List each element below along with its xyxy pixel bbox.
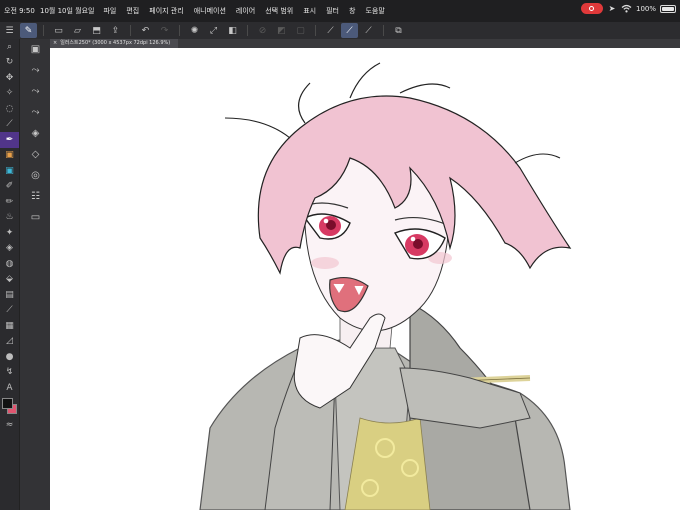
pencil-icon[interactable]: ✏ [0,194,19,210]
eraser-icon[interactable]: ◈ [0,241,19,257]
divider [247,25,248,36]
brush-stroke-icon[interactable]: ⤳ [20,102,51,123]
redo-icon[interactable]: ↷ [156,23,173,38]
chevron-icon: ➤ [608,3,616,13]
divider [43,25,44,36]
document-tab[interactable]: × 일러스트250* (3000 x 4537px 72dpi 126.9%) [50,39,178,48]
timeline-icon[interactable]: ▭ [20,207,51,228]
material-icon[interactable]: ◎ [20,165,51,186]
menu-icon[interactable]: ☰ [1,23,18,38]
selection-icon[interactable]: ✧ [0,86,19,102]
battery-icon [660,4,676,13]
date: 10월 10일 월요일 [40,7,95,15]
divider [130,25,131,36]
sub-tool-column: ▣ ⤳ ⤳ ⤳ ◈ ◇ ◎ ☷ ▭ [19,39,50,510]
menu-layer[interactable]: 레이어 [231,6,260,16]
paint-icon[interactable]: ▣ [0,163,19,179]
screen-tone-icon[interactable]: ⊘ [254,23,271,38]
ruler-icon[interactable]: ◿ [0,334,19,350]
eyedropper-icon[interactable]: ⟋ [0,117,19,133]
layer-icon[interactable]: ◈ [20,123,51,144]
menu-bar: 오전 9:50 10월 10일 월요일 파일 편집 페이지 관리 애니메이션 레… [0,0,680,22]
layer-copy-icon[interactable]: ⧉ [390,23,407,38]
sub-tool-icon[interactable]: ▣ [20,39,51,60]
divider [179,25,180,36]
blend-icon[interactable]: ◍ [0,256,19,272]
menu-file[interactable]: 파일 [98,6,121,16]
color-swatches [0,396,19,418]
open-file-icon[interactable]: ▱ [69,23,86,38]
battery-percent: 100% [635,4,656,13]
menu-help[interactable]: 도움말 [360,6,389,16]
frame-icon[interactable]: ▦ [0,318,19,334]
close-icon[interactable]: × [53,39,57,48]
pen-icon[interactable]: ✒ [0,132,19,148]
rotate-icon[interactable]: ↻ [0,55,19,71]
menu-selection[interactable]: 선택 범위 [260,6,298,16]
brush-icon[interactable]: ✐ [0,179,19,195]
menu-page[interactable]: 페이지 관리 [144,6,188,16]
lasso-icon[interactable]: ◌ [0,101,19,117]
gradient-icon[interactable]: ▤ [0,287,19,303]
erase-icon[interactable]: ⟋ [360,23,377,38]
wifi-icon [621,4,632,13]
loading-icon[interactable]: ✺ [186,23,203,38]
export-icon[interactable]: ⇪ [107,23,124,38]
palette-icon[interactable]: ☷ [20,186,51,207]
menu-filter[interactable]: 필터 [321,6,344,16]
fill-icon[interactable]: ◧ [224,23,241,38]
transparent-color-icon[interactable]: ≈ [0,418,19,434]
tool-palette: ⌕ ↻ ✥ ✧ ◌ ⟋ ✒ ▣ ▣ ✐ ✏ ♨ ✦ ◈ ◍ ⬙ ▤ ⟋ ▦ ◿ … [0,39,19,510]
undo-icon[interactable]: ↶ [137,23,154,38]
layer-property-icon[interactable]: ◇ [20,144,51,165]
divider [315,25,316,36]
pen-tool-icon[interactable]: ✎ [20,23,37,38]
fill-bucket-icon[interactable]: ⬙ [0,272,19,288]
zoom-icon[interactable]: ⌕ [0,39,19,55]
brush-stroke-icon[interactable]: ⤳ [20,60,51,81]
canvas[interactable] [50,48,680,510]
artwork-image [199,62,572,510]
app-window: 오전 9:50 10월 10일 월요일 파일 편집 페이지 관리 애니메이션 레… [0,0,680,510]
ink-brush-icon[interactable]: ♨ [0,210,19,226]
menu-edit[interactable]: 편집 [121,6,144,16]
airbrush-color-icon[interactable]: ▣ [0,148,19,164]
menu-window[interactable]: 창 [344,6,360,16]
menu-animation[interactable]: 애니메이션 [189,6,231,16]
main-color-swatch[interactable] [2,397,13,409]
line-thin-icon[interactable]: ⟋ [341,23,358,38]
border-icon[interactable]: ◩ [273,23,290,38]
correction-icon[interactable]: ↯ [0,365,19,381]
save-icon[interactable]: ⬒ [88,23,105,38]
line-icon[interactable]: ⟋ [0,303,19,319]
command-bar: ☰ ✎ ▭ ▱ ⬒ ⇪ ↶ ↷ ✺ ⤢ ◧ ⊘ ◩ ▢ ⟋ ⟋ ⟋ ⧉ [0,22,680,39]
menu-view[interactable]: 표시 [298,6,321,16]
line-stroke-icon[interactable]: ▢ [292,23,309,38]
record-icon[interactable] [580,3,603,14]
transform-icon[interactable]: ⤢ [205,23,222,38]
stabilizer-icon[interactable]: ⟋ [322,23,339,38]
document-tab-bar: × 일러스트250* (3000 x 4537px 72dpi 126.9%) [50,39,680,48]
new-file-icon[interactable]: ▭ [50,23,67,38]
move-layer-icon[interactable]: ✥ [0,70,19,86]
menu-list: 파일 편집 페이지 관리 애니메이션 레이어 선택 범위 표시 필터 창 도움말 [98,6,389,16]
status-icons: ➤ 100% [580,3,676,14]
divider [383,25,384,36]
dot-icon[interactable]: ● [0,349,19,365]
marker-icon[interactable]: ✦ [0,225,19,241]
brush-stroke-icon[interactable]: ⤳ [20,81,51,102]
text-icon[interactable]: A [0,380,19,396]
